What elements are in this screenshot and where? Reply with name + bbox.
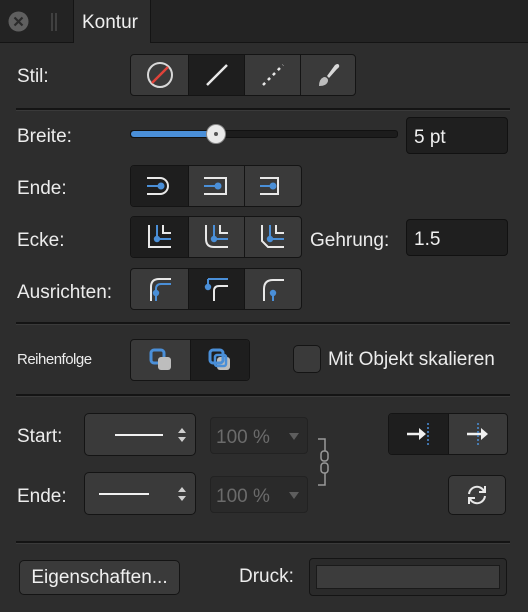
line-preview-icon: [115, 433, 163, 436]
cap-butt-button[interactable]: [131, 166, 189, 206]
chevron-down-icon: [289, 433, 299, 440]
divider: [16, 322, 510, 325]
style-dashed-button[interactable]: [245, 55, 301, 95]
butt-cap-icon: [146, 177, 169, 195]
cap-selector: [130, 165, 302, 207]
ende-label: Ende:: [17, 178, 67, 199]
miter-join-icon: [147, 225, 171, 248]
start-arrowhead-dropdown[interactable]: [84, 413, 196, 456]
properties-button[interactable]: Eigenschaften...: [19, 560, 180, 595]
stroke-front-icon: [208, 348, 230, 370]
divider: [16, 541, 510, 544]
swap-arrows-button[interactable]: [448, 475, 506, 515]
join-round-button[interactable]: [189, 217, 245, 257]
end-arrowhead-dropdown[interactable]: [84, 472, 196, 515]
order-front-button[interactable]: [191, 340, 249, 380]
round-join-icon: [204, 225, 228, 248]
width-slider-fill: [131, 131, 217, 137]
scale-with-object-label[interactable]: Mit Objekt skalieren: [328, 350, 495, 369]
width-slider-knob[interactable]: [206, 124, 226, 144]
close-icon[interactable]: [8, 11, 29, 32]
style-none-button[interactable]: [131, 55, 189, 95]
style-selector: [130, 54, 356, 96]
pressure-label: Druck:: [239, 566, 294, 587]
chevron-down-icon: [289, 492, 299, 499]
style-brush-button[interactable]: [301, 55, 355, 95]
square-cap-icon: [260, 177, 279, 195]
stepper-arrows-icon: [178, 487, 186, 501]
align-inside-icon: [149, 278, 171, 301]
drag-handle-icon[interactable]: [50, 13, 58, 31]
swap-icon: [468, 485, 486, 505]
tab-kontur[interactable]: Kontur: [73, 0, 151, 43]
start-scale-dropdown[interactable]: 100 %: [210, 417, 308, 454]
reihenfolge-label: Reihenfolge: [17, 351, 92, 368]
gehrung-label: Gehrung:: [310, 230, 390, 251]
width-slider-track[interactable]: [130, 130, 398, 138]
tab-title: Kontur: [82, 12, 138, 33]
start-scale-value: 100 %: [216, 427, 270, 448]
gehrung-value: 1.5: [414, 229, 441, 250]
width-field[interactable]: 5 pt: [406, 117, 508, 154]
arrow-position-selector: [388, 413, 508, 455]
ausrichten-label: Ausrichten:: [17, 282, 113, 303]
line-preview-icon: [99, 492, 149, 495]
cap-round-button[interactable]: [189, 166, 245, 206]
join-miter-button[interactable]: [131, 217, 189, 257]
join-selector: [130, 216, 302, 258]
stepper-arrows-icon: [178, 428, 186, 442]
link-scale-icon[interactable]: [316, 437, 330, 487]
pressure-graph-button[interactable]: [309, 558, 507, 596]
align-center-icon: [204, 278, 228, 301]
solid-line-icon: [205, 64, 228, 86]
start-label: Start:: [17, 426, 63, 447]
order-behind-button[interactable]: [131, 340, 191, 380]
style-solid-button[interactable]: [189, 55, 245, 95]
align-center-button[interactable]: [189, 269, 245, 309]
stroke-behind-icon: [149, 348, 171, 370]
gehrung-field[interactable]: 1.5: [406, 219, 508, 256]
end-scale-dropdown[interactable]: 100 %: [210, 476, 308, 513]
stil-label: Stil:: [17, 66, 49, 87]
arrow-at-end-button[interactable]: [449, 414, 507, 454]
arrow-beyond-end-button[interactable]: [389, 414, 449, 454]
arrow-at-end-icon: [467, 423, 488, 445]
align-outside-button[interactable]: [245, 269, 301, 309]
divider: [16, 394, 510, 397]
divider: [16, 108, 510, 111]
width-value: 5 pt: [414, 127, 446, 148]
arrow-beyond-end-icon: [406, 423, 429, 445]
order-selector: [130, 339, 250, 381]
dashed-line-icon: [261, 64, 284, 86]
end-label: Ende:: [17, 486, 67, 507]
bevel-join-icon: [261, 225, 284, 248]
align-selector: [130, 268, 302, 310]
none-icon: [146, 62, 173, 88]
end-scale-value: 100 %: [216, 486, 270, 507]
join-bevel-button[interactable]: [245, 217, 301, 257]
cap-square-button[interactable]: [245, 166, 301, 206]
align-outside-icon: [263, 279, 284, 301]
brush-icon: [319, 64, 340, 86]
properties-label: Eigenschaften...: [31, 566, 168, 588]
round-cap-icon: [203, 177, 227, 195]
ecke-label: Ecke:: [17, 230, 65, 251]
scale-with-object-checkbox[interactable]: [293, 345, 321, 373]
panel-titlebar: Kontur: [0, 0, 528, 43]
align-inside-button[interactable]: [131, 269, 189, 309]
breite-label: Breite:: [17, 126, 72, 147]
